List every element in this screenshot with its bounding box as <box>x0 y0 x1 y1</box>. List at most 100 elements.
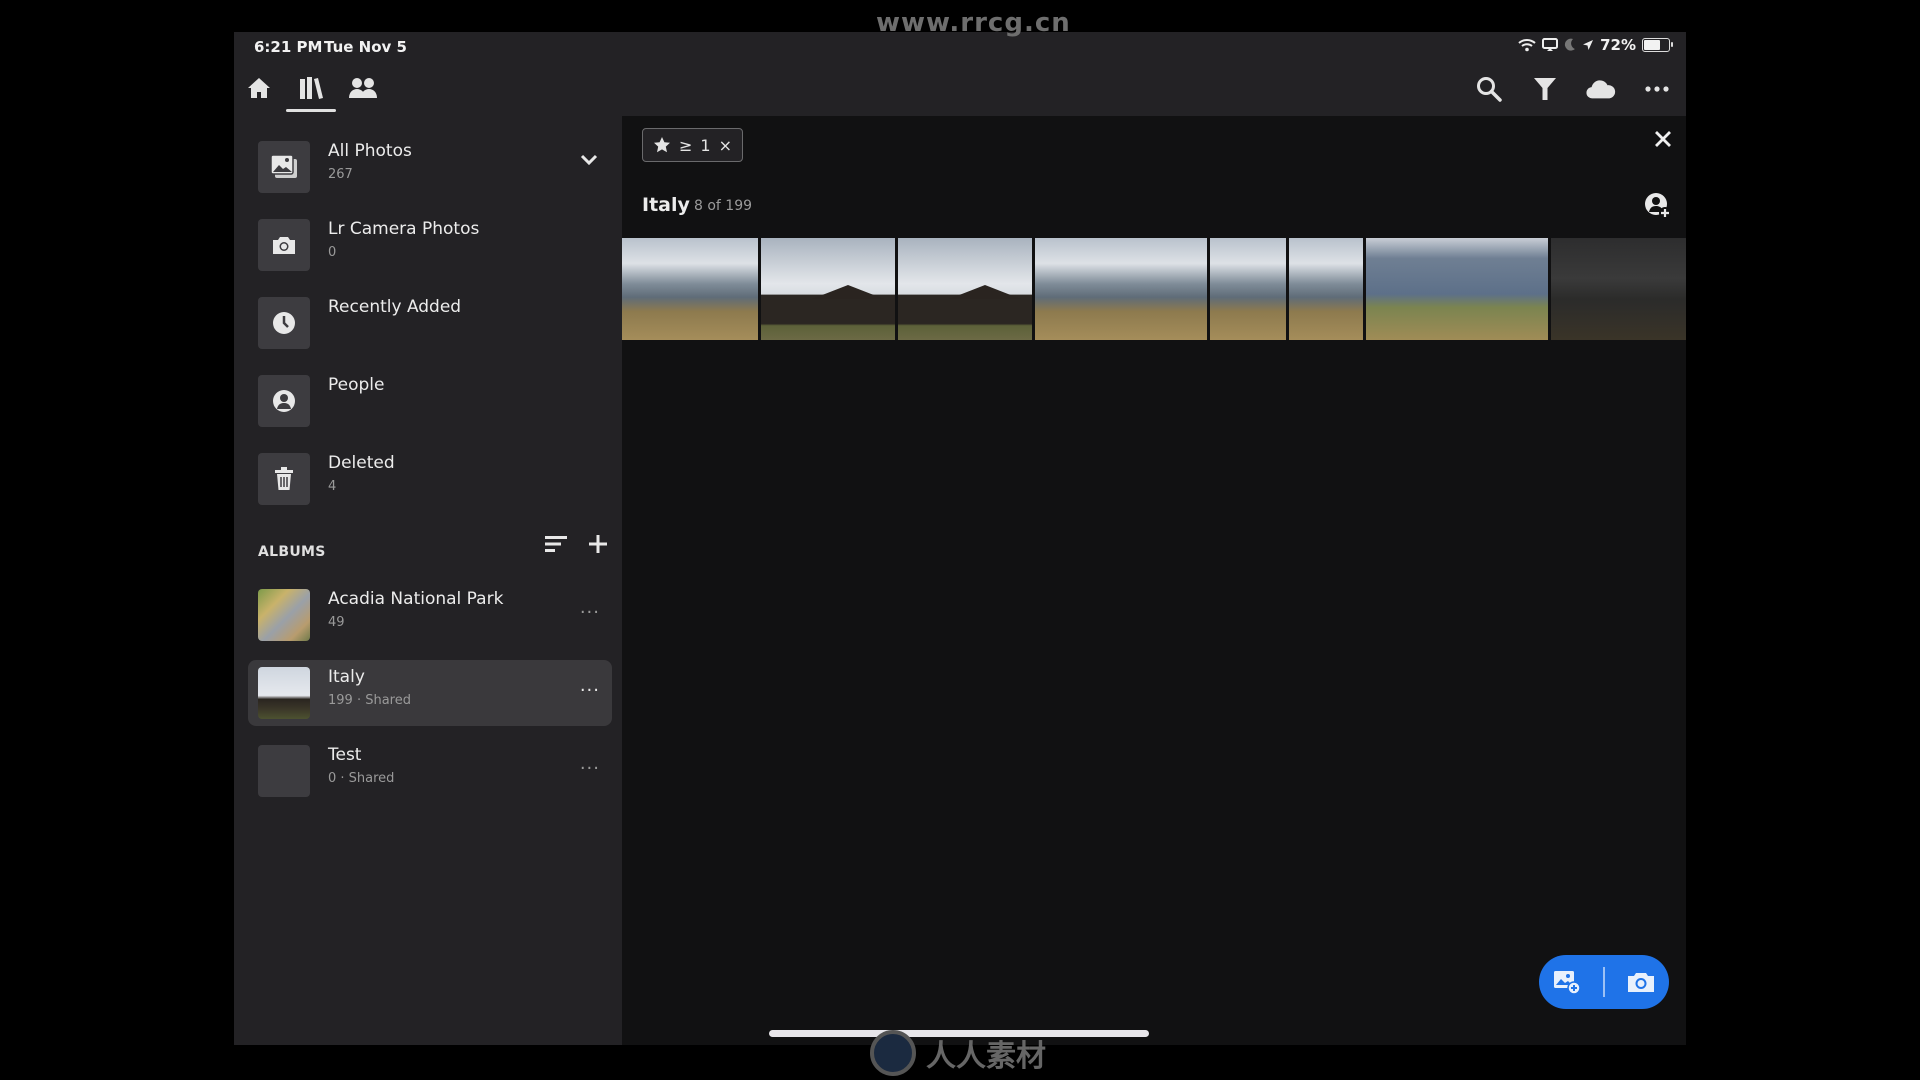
photo-thumbnail[interactable] <box>1035 238 1207 340</box>
battery-icon <box>1642 38 1673 52</box>
share-album-button[interactable] <box>1644 192 1672 224</box>
search-icon <box>1477 77 1502 102</box>
add-person-icon <box>1645 193 1671 219</box>
person-icon <box>273 390 295 412</box>
top-bar: 6:21 PM Tue Nov 5 72% <box>234 32 1686 116</box>
status-indicators: 72% <box>1518 36 1673 54</box>
tab-library[interactable] <box>286 72 336 112</box>
album-name: Acadia National Park <box>328 589 504 609</box>
close-icon <box>1655 131 1671 147</box>
photo-thumbnail[interactable] <box>1551 238 1686 340</box>
text: Italy 199 · Shared <box>328 667 411 708</box>
sidebar-item-count: 0 <box>328 245 337 260</box>
album-thumbnail <box>258 667 310 719</box>
battery-percent: 72% <box>1600 36 1636 54</box>
watermark-text: 人人素材 <box>926 1039 1046 1074</box>
photo-thumbnail[interactable] <box>1210 238 1286 340</box>
cloud-sync-button[interactable] <box>1586 74 1616 104</box>
album-italy[interactable]: Italy 199 · Shared ··· <box>248 660 612 726</box>
capture-buttons <box>1539 955 1669 1009</box>
album-acadia-national-park[interactable]: Acadia National Park 49 ··· <box>248 582 612 648</box>
import-photo-icon <box>1554 971 1581 995</box>
album-name: Test <box>328 745 362 765</box>
album-more-button[interactable]: ··· <box>580 758 600 779</box>
album-thumbnail <box>258 745 310 797</box>
toolbar <box>1474 74 1672 104</box>
filter-value: 1 <box>700 135 711 155</box>
album-sub: 49 <box>328 615 345 630</box>
tab-shared[interactable] <box>348 72 378 104</box>
cabin-shape <box>948 284 1021 299</box>
sidebar-item-count: 4 <box>328 479 337 494</box>
sidebar-item-deleted[interactable]: Deleted 4 <box>248 446 612 512</box>
album-title: Italy <box>642 194 690 216</box>
sidebar-item-label: Deleted <box>328 453 395 473</box>
sidebar-item-all-photos[interactable]: All Photos 267 <box>248 134 612 200</box>
trash-icon <box>275 467 293 490</box>
sidebar-item-label: Lr Camera Photos <box>328 219 480 239</box>
status-date: Tue Nov 5 <box>324 38 407 56</box>
text: Lr Camera Photos 0 <box>328 219 479 260</box>
sidebar-item-people[interactable]: People <box>248 368 612 434</box>
photos-icon <box>270 154 297 178</box>
album-thumbnail <box>258 589 310 641</box>
clock-icon <box>273 312 295 334</box>
text: All Photos 267 <box>328 141 412 182</box>
filter-button[interactable] <box>1530 74 1560 104</box>
import-photos-button[interactable] <box>1547 962 1587 1002</box>
cloud-icon <box>1586 80 1616 99</box>
text: Deleted 4 <box>328 453 395 494</box>
search-button[interactable] <box>1474 74 1504 104</box>
sort-icon[interactable] <box>544 534 568 554</box>
camera-icon <box>1628 973 1654 992</box>
album-more-button[interactable]: ··· <box>580 602 600 623</box>
main-nav <box>244 72 378 112</box>
sidebar: All Photos 267 Lr Camera Photos 0 Recent… <box>234 116 622 1045</box>
library-icon <box>300 77 323 99</box>
text: People <box>328 375 384 395</box>
sidebar-item-recently-added[interactable]: Recently Added <box>248 290 612 356</box>
album-count: 8 of 199 <box>694 198 753 214</box>
moon-icon <box>1564 38 1576 51</box>
close-button[interactable] <box>1654 130 1672 152</box>
photo-thumbnail[interactable] <box>1289 238 1363 340</box>
filter-operator: ≥ <box>679 135 693 155</box>
album-sub: 0 · Shared <box>328 771 395 786</box>
camera-icon <box>273 237 295 254</box>
main-content: ≥ 1 × Italy 8 of 199 <box>622 116 1686 1045</box>
watermark-logo-icon <box>870 1030 916 1076</box>
album-sub: 199 · Shared <box>328 693 411 708</box>
wifi-icon <box>1518 39 1536 52</box>
location-icon <box>1583 40 1594 50</box>
camera-button[interactable] <box>1621 962 1661 1002</box>
text: Test 0 · Shared <box>328 745 394 786</box>
album-name: Italy <box>328 667 365 687</box>
photo-thumbnail[interactable] <box>898 238 1032 340</box>
albums-tools <box>544 534 608 554</box>
tab-home[interactable] <box>244 72 274 104</box>
filter-icon <box>1534 78 1556 100</box>
photo-strip <box>622 238 1686 340</box>
thumb <box>258 453 310 505</box>
sidebar-item-lr-camera-photos[interactable]: Lr Camera Photos 0 <box>248 212 612 278</box>
chevron-down-icon[interactable] <box>580 154 598 166</box>
photo-thumbnail[interactable] <box>761 238 895 340</box>
album-test[interactable]: Test 0 · Shared ··· <box>248 738 612 804</box>
divider <box>1603 967 1605 997</box>
photo-thumbnail[interactable] <box>622 238 758 340</box>
rating-filter-chip[interactable]: ≥ 1 × <box>642 128 743 162</box>
text: Acadia National Park 49 <box>328 589 503 630</box>
star-icon <box>654 137 670 153</box>
album-more-button[interactable]: ··· <box>580 680 600 701</box>
ipad-screen: 6:21 PM Tue Nov 5 72% All Photos 267 Lr … <box>234 32 1686 1045</box>
photo-thumbnail[interactable] <box>1366 238 1548 340</box>
people-icon <box>349 78 377 98</box>
more-button[interactable] <box>1642 74 1672 104</box>
home-icon <box>248 78 270 98</box>
thumb <box>258 219 310 271</box>
thumb <box>258 375 310 427</box>
add-album-icon[interactable] <box>588 534 608 554</box>
status-time: 6:21 PM <box>254 38 323 56</box>
watermark-url: www.rrcg.cn <box>876 8 1071 38</box>
remove-filter-icon[interactable]: × <box>719 136 732 155</box>
